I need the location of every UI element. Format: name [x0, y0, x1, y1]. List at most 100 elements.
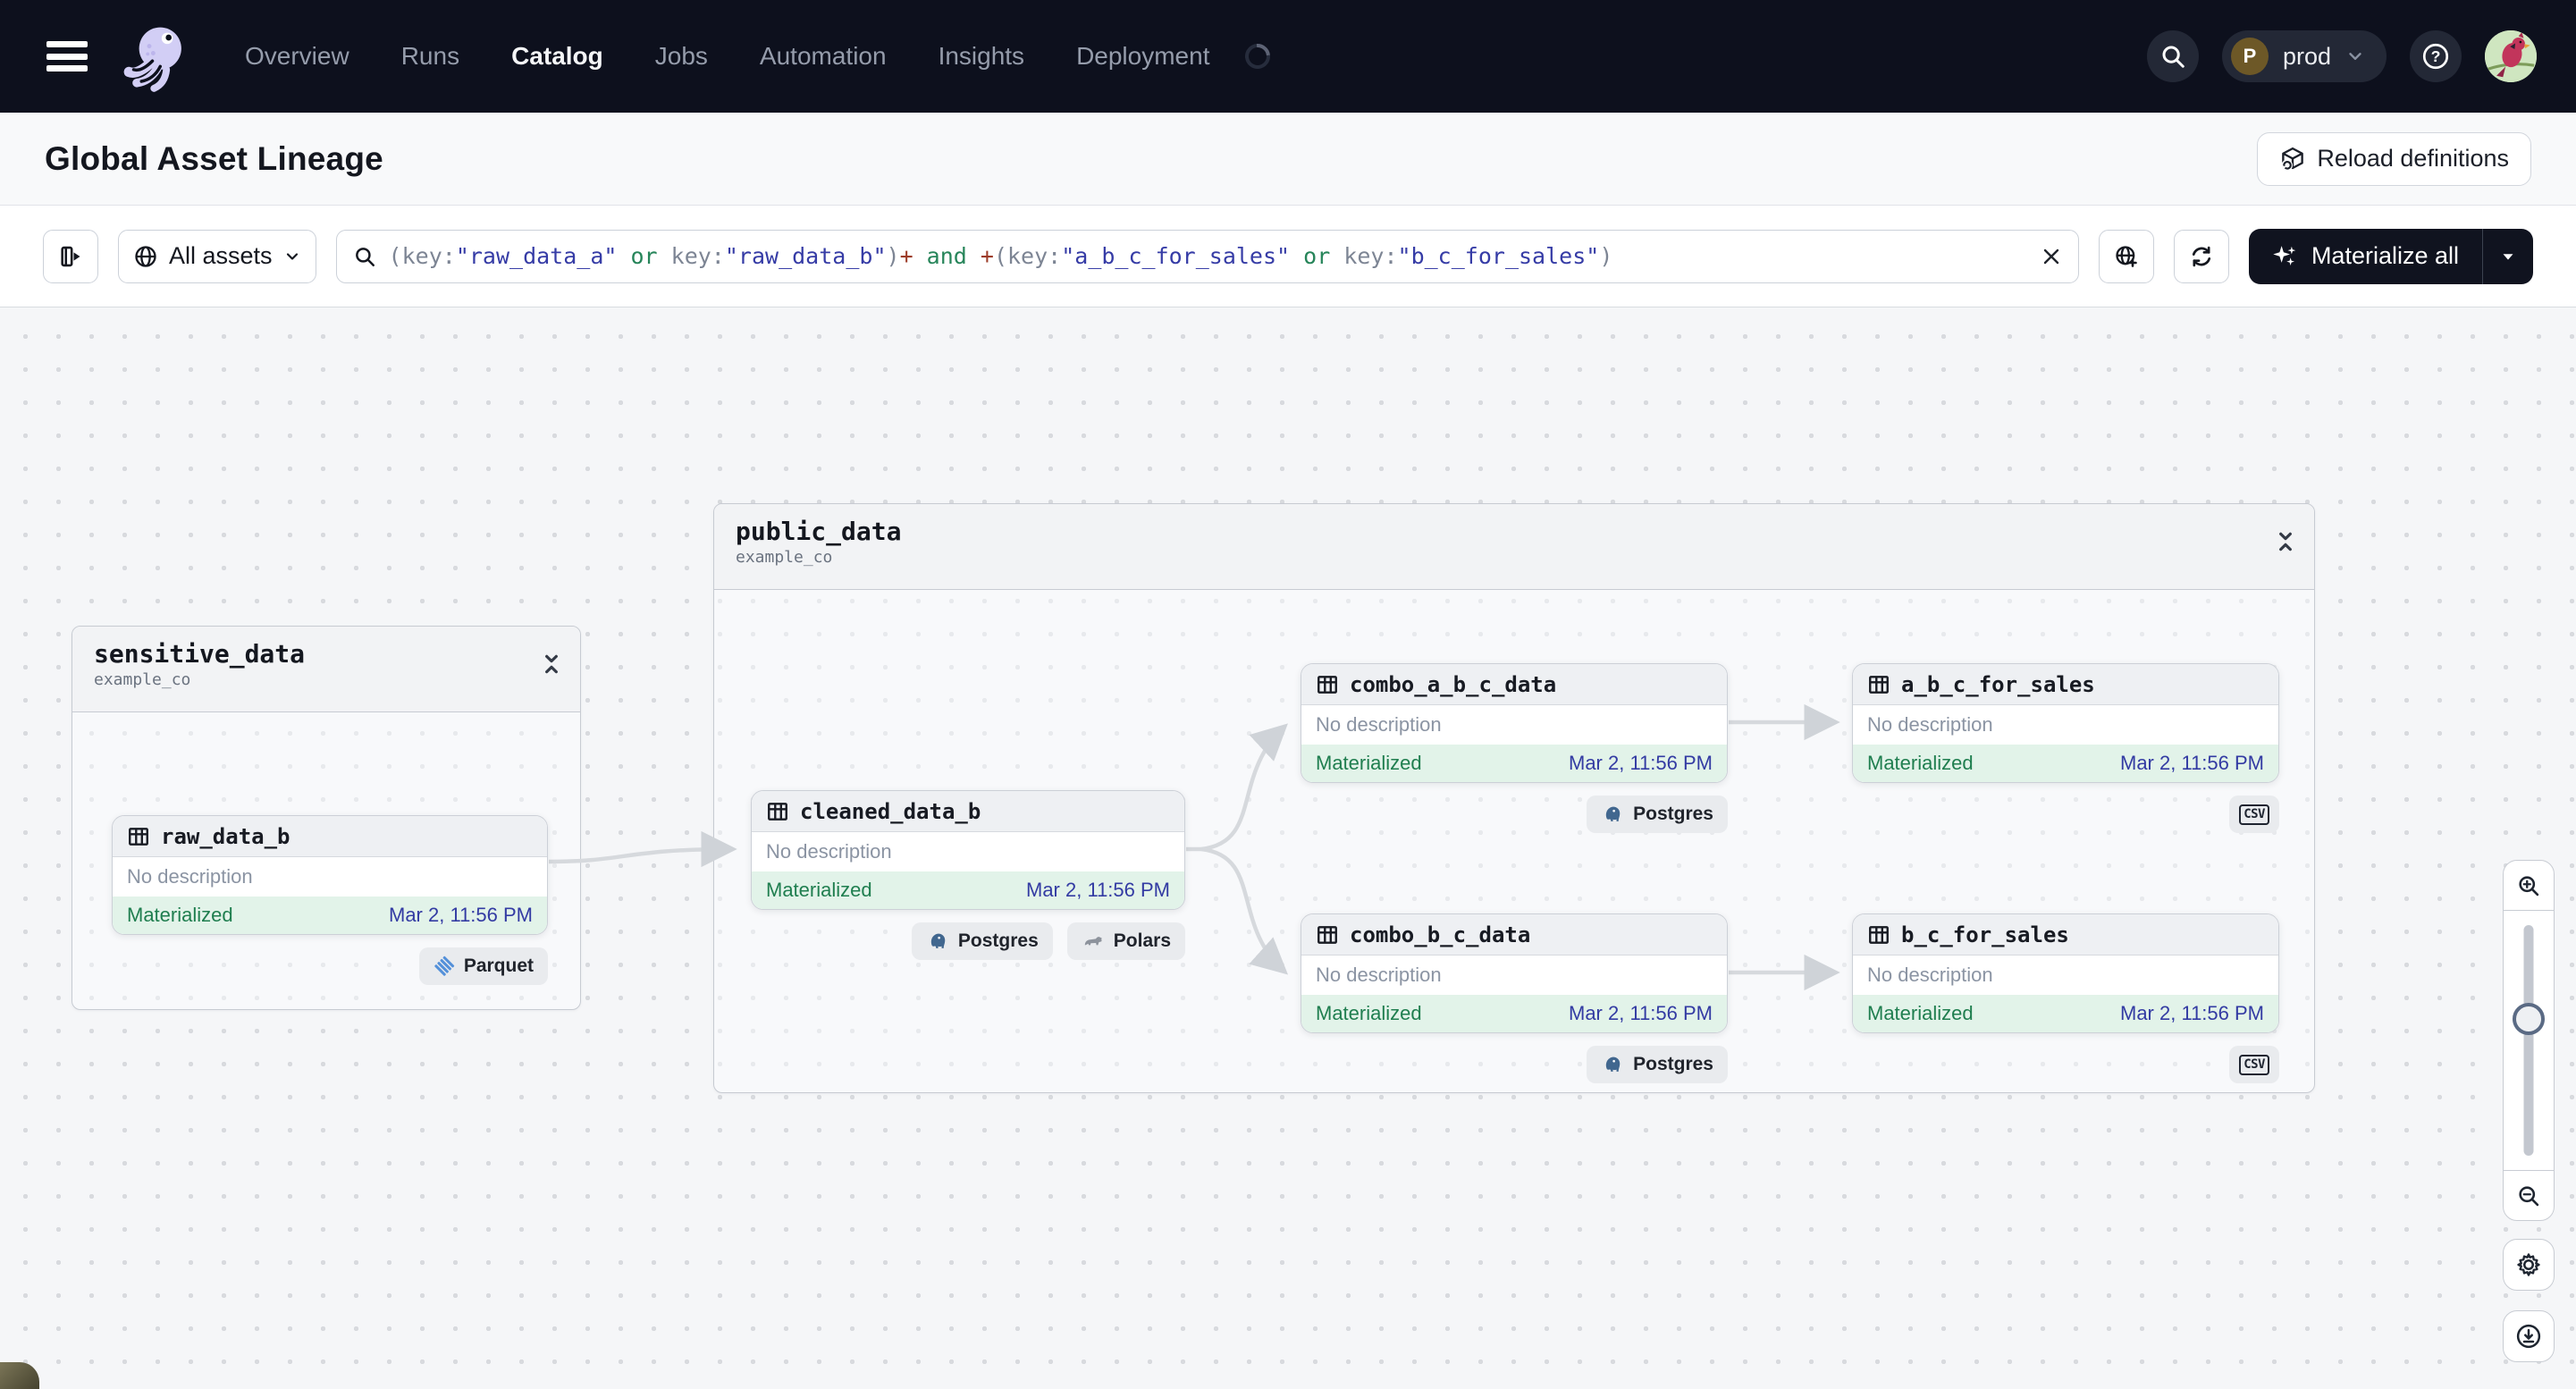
download-icon	[2516, 1324, 2541, 1349]
kind-badge-postgres[interactable]: Postgres	[1587, 1046, 1728, 1083]
kind-badge-label: Postgres	[1633, 804, 1713, 824]
nav-right-actions: P prod ?	[2146, 30, 2537, 82]
materialized-timestamp: Mar 2, 11:56 PM	[2120, 752, 2264, 774]
asset-scope-label: All assets	[169, 242, 273, 269]
top-navigation-bar: Overview Runs Catalog Jobs Automation In…	[0, 0, 2576, 113]
environment-switcher[interactable]: P prod	[2221, 30, 2387, 82]
polars-bear-icon	[1084, 937, 1102, 946]
materialized-status: Materialized	[1316, 752, 1422, 774]
asset-kind-badges: CSV	[1852, 1046, 2279, 1083]
cardinal-bird-avatar-image	[2485, 30, 2537, 82]
asset-node-header: a_b_c_for_sales	[1853, 664, 2278, 705]
table-icon	[1869, 675, 1889, 694]
asset-name: combo_b_c_data	[1350, 922, 1531, 947]
help-button[interactable]: ?	[2410, 30, 2462, 82]
table-icon	[1317, 925, 1337, 944]
asset-node-raw-data-b[interactable]: raw_data_b No description Materialized M…	[112, 815, 548, 935]
reload-definitions-button[interactable]: Reload definitions	[2257, 131, 2531, 186]
hamburger-menu-icon[interactable]	[39, 36, 95, 77]
kind-badge-postgres[interactable]: Postgres	[1587, 796, 1728, 833]
asset-description: No description	[1867, 964, 1993, 986]
materialize-all-button[interactable]: Materialize all	[2249, 229, 2482, 284]
nav-item-deployment[interactable]: Deployment	[1076, 42, 1209, 71]
table-icon	[1317, 675, 1337, 694]
zoom-out-button[interactable]	[2504, 1170, 2554, 1220]
kind-badge-polars[interactable]: Polars	[1066, 922, 1185, 960]
asset-node-header: cleaned_data_b	[752, 791, 1184, 832]
sparkles-icon	[2273, 245, 2296, 265]
zoom-in-button[interactable]	[2504, 861, 2554, 911]
asset-status-bar: Materialized Mar 2, 11:56 PM	[113, 897, 547, 934]
materialized-status: Materialized	[766, 879, 872, 901]
materialize-options-button[interactable]	[2483, 229, 2533, 284]
asset-status-bar: Materialized Mar 2, 11:56 PM	[752, 871, 1184, 909]
asset-search-input[interactable]: (key:"raw_data_a" or key:"raw_data_b")+ …	[335, 229, 2079, 283]
environment-name: prod	[2282, 42, 2331, 70]
asset-name: cleaned_data_b	[800, 798, 981, 824]
svg-text:?: ?	[2431, 47, 2441, 65]
kind-badge-csv[interactable]: CSV	[2229, 796, 2279, 833]
dagster-logo[interactable]	[118, 19, 193, 94]
asset-node-combo-b-c-data[interactable]: combo_b_c_data No description Materializ…	[1301, 913, 1728, 1033]
lineage-graph-canvas[interactable]: sensitive_data example_co public_data ex…	[0, 307, 2576, 1389]
kind-badge-postgres[interactable]: Postgres	[911, 922, 1053, 960]
asset-status-bar: Materialized Mar 2, 11:56 PM	[1853, 745, 2278, 782]
refresh-icon	[2192, 246, 2211, 266]
reload-cube-icon	[2281, 147, 2304, 171]
nav-item-catalog[interactable]: Catalog	[511, 42, 603, 71]
materialized-status: Materialized	[1867, 1002, 1974, 1024]
nav-item-overview[interactable]: Overview	[245, 42, 349, 71]
zoom-slider[interactable]	[2504, 911, 2554, 1170]
nav-links: Overview Runs Catalog Jobs Automation In…	[245, 38, 1276, 74]
asset-node-combo-a-b-c-data[interactable]: combo_a_b_c_data No description Material…	[1301, 663, 1728, 783]
zoom-slider-handle[interactable]	[2513, 1003, 2545, 1035]
download-graph-button[interactable]	[2503, 1310, 2555, 1362]
nav-item-insights[interactable]: Insights	[939, 42, 1025, 71]
kind-badge-label: Parquet	[463, 955, 534, 976]
global-search-button[interactable]	[2146, 30, 2199, 82]
materialized-timestamp: Mar 2, 11:56 PM	[1026, 879, 1170, 901]
zoom-slider-track	[2523, 925, 2534, 1156]
kind-badge-csv[interactable]: CSV	[2229, 1046, 2279, 1083]
asset-scope-dropdown[interactable]: All assets	[118, 229, 316, 283]
kind-badge-label: Postgres	[1633, 1054, 1713, 1074]
lineage-toolbar: All assets (key:"raw_data_a" or key:"raw…	[0, 206, 2576, 307]
clear-search-button[interactable]	[2041, 246, 2062, 267]
graph-settings-button[interactable]	[2503, 1239, 2555, 1291]
kind-badge-label: Postgres	[957, 930, 1039, 951]
table-icon	[768, 802, 787, 821]
reload-definitions-label: Reload definitions	[2317, 145, 2509, 172]
postgres-icon	[1605, 1056, 1621, 1072]
user-avatar[interactable]	[2485, 30, 2537, 82]
nav-item-runs[interactable]: Runs	[401, 42, 459, 71]
toggle-sidebar-button[interactable]	[43, 229, 98, 283]
materialized-timestamp: Mar 2, 11:56 PM	[1569, 1002, 1713, 1024]
loading-spinner-icon	[1240, 38, 1276, 74]
nav-item-automation[interactable]: Automation	[760, 42, 887, 71]
asset-node-header: combo_a_b_c_data	[1301, 664, 1727, 705]
asset-status-bar: Materialized Mar 2, 11:56 PM	[1853, 995, 2278, 1032]
view-scope-button[interactable]	[2098, 229, 2154, 283]
materialize-all-label: Materialize all	[2311, 242, 2459, 269]
asset-kind-badges: Postgres Polars	[751, 922, 1185, 960]
asset-node-header: raw_data_b	[113, 816, 547, 857]
asset-description: No description	[1316, 713, 1442, 736]
nav-item-jobs[interactable]: Jobs	[655, 42, 708, 71]
environment-initial-badge: P	[2230, 38, 2269, 75]
asset-name: a_b_c_for_sales	[1901, 671, 2095, 697]
asset-name: b_c_for_sales	[1901, 922, 2069, 947]
asset-node-header: combo_b_c_data	[1301, 914, 1727, 955]
page-title: Global Asset Lineage	[45, 139, 383, 177]
globe-plus-icon	[2116, 245, 2137, 267]
kind-badge-parquet[interactable]: Parquet	[418, 947, 548, 985]
zoom-in-icon	[2519, 875, 2539, 896]
question-mark-icon: ?	[2422, 43, 2449, 70]
refresh-graph-button[interactable]	[2173, 229, 2229, 283]
zoom-controls	[2503, 860, 2555, 1221]
asset-node-a-b-c-for-sales[interactable]: a_b_c_for_sales No description Materiali…	[1852, 663, 2279, 783]
csv-file-icon: CSV	[2239, 804, 2269, 825]
asset-name: combo_a_b_c_data	[1350, 671, 1557, 697]
asset-node-cleaned-data-b[interactable]: cleaned_data_b No description Materializ…	[751, 790, 1185, 910]
search-icon	[2162, 46, 2185, 68]
asset-node-b-c-for-sales[interactable]: b_c_for_sales No description Materialize…	[1852, 913, 2279, 1033]
